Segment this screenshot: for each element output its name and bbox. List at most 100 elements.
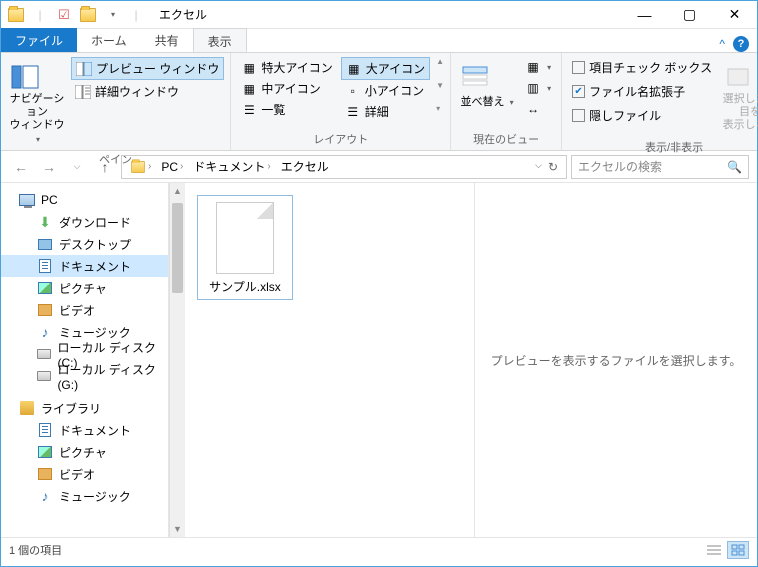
view-list[interactable]: ☰一覧 bbox=[237, 99, 336, 120]
app-icon[interactable] bbox=[5, 4, 27, 26]
tree-disk-g[interactable]: ローカル ディスク (G:) bbox=[1, 365, 168, 387]
layout-scroll-up[interactable]: ▲ bbox=[436, 57, 444, 66]
preview-pane-label: プレビュー ウィンドウ bbox=[96, 60, 219, 77]
details-pane-label: 詳細ウィンドウ bbox=[95, 83, 179, 100]
qat-folder[interactable] bbox=[77, 4, 99, 26]
qat-dropdown[interactable]: ▾ bbox=[101, 4, 123, 26]
tree-pc[interactable]: PC bbox=[1, 189, 168, 211]
file-pane: サンプル.xlsx プレビューを表示するファイルを選択します。 bbox=[185, 183, 757, 537]
tree-scrollbar[interactable]: ▲ ▼ bbox=[169, 183, 185, 537]
layout-more[interactable]: ▾ bbox=[436, 104, 444, 113]
current-view-group-label: 現在のビュー bbox=[457, 129, 555, 150]
list-icon: ☰ bbox=[241, 102, 257, 118]
tree-pictures[interactable]: ピクチャ bbox=[1, 277, 168, 299]
xlarge-icon: ▦ bbox=[241, 60, 257, 76]
back-button[interactable]: ← bbox=[9, 155, 33, 179]
hide-selected-button[interactable]: 選択した項目を 表示しない bbox=[720, 57, 758, 137]
sort-label: 並べ替え bbox=[461, 96, 505, 108]
scroll-up-icon[interactable]: ▲ bbox=[170, 183, 185, 199]
hide-selected-label: 選択した項目を 表示しない bbox=[723, 93, 758, 131]
ribbon-group-show-hide: 項目チェック ボックス ✔ファイル名拡張子 隠しファイル 選択した項目を 表示し… bbox=[562, 53, 758, 150]
ribbon-group-layout: ▦特大アイコン ▦中アイコン ☰一覧 ▦大アイコン ▫小アイコン ☰詳細 ▲ ▼… bbox=[231, 53, 451, 150]
qat-properties[interactable]: ☑ bbox=[53, 4, 75, 26]
status-bar: 1 個の項目 bbox=[1, 537, 757, 561]
hidden-items-toggle[interactable]: 隠しファイル bbox=[568, 105, 716, 126]
details-pane-button[interactable]: 詳細ウィンドウ bbox=[71, 81, 224, 102]
file-item-sample[interactable]: サンプル.xlsx bbox=[197, 195, 293, 300]
collapse-ribbon-icon[interactable]: ^ bbox=[719, 37, 725, 51]
preview-hint: プレビューを表示するファイルを選択します。 bbox=[491, 352, 742, 369]
tab-share[interactable]: 共有 bbox=[141, 28, 193, 52]
maximize-button[interactable]: ▢ bbox=[667, 1, 712, 29]
view-details[interactable]: ☰詳細 bbox=[341, 101, 430, 122]
details-icon: ☰ bbox=[345, 104, 361, 120]
search-box[interactable]: エクセルの検索 🔍 bbox=[571, 155, 749, 179]
tree-lib-videos[interactable]: ビデオ bbox=[1, 463, 168, 485]
file-name-label: サンプル.xlsx bbox=[209, 278, 281, 295]
medium-icon: ▦ bbox=[241, 81, 257, 97]
navigation-pane-button[interactable]: ナビゲーション ウィンドウ ▾ bbox=[7, 57, 67, 149]
add-columns-button[interactable]: ▥▾ bbox=[521, 78, 555, 98]
breadcrumb-pc[interactable]: PC› bbox=[157, 160, 187, 174]
up-button[interactable]: ↑ bbox=[93, 155, 117, 179]
file-list[interactable]: サンプル.xlsx bbox=[185, 183, 475, 537]
qat-sep2: | bbox=[125, 4, 147, 26]
breadcrumb-history-icon[interactable]: ⌵ bbox=[535, 160, 542, 174]
refresh-icon[interactable]: ↻ bbox=[548, 160, 558, 174]
thumbnails-view-button[interactable] bbox=[727, 541, 749, 559]
tree-lib-pictures[interactable]: ピクチャ bbox=[1, 441, 168, 463]
help-icon[interactable]: ? bbox=[733, 36, 749, 52]
ribbon-group-current-view: 並べ替え ▾ ▦▾ ▥▾ ↔ 現在のビュー bbox=[451, 53, 562, 150]
view-large-icons[interactable]: ▦大アイコン bbox=[341, 57, 430, 80]
sort-by-button[interactable]: 並べ替え ▾ bbox=[457, 57, 517, 129]
tree-documents[interactable]: ドキュメント bbox=[1, 255, 168, 277]
tab-file[interactable]: ファイル bbox=[1, 28, 77, 52]
layout-group-label: レイアウト bbox=[237, 129, 444, 150]
tree-desktop[interactable]: デスクトップ bbox=[1, 233, 168, 255]
breadcrumb-documents[interactable]: ドキュメント› bbox=[189, 158, 274, 175]
size-columns-button[interactable]: ↔ bbox=[521, 99, 555, 119]
tree-lib-music[interactable]: ♪ミュージック bbox=[1, 485, 168, 507]
tree-videos[interactable]: ビデオ bbox=[1, 299, 168, 321]
forward-button[interactable]: → bbox=[37, 155, 61, 179]
checkbox-icon bbox=[572, 109, 585, 122]
minimize-button[interactable]: — bbox=[622, 1, 667, 29]
large-icon: ▦ bbox=[346, 61, 362, 77]
group-by-button[interactable]: ▦▾ bbox=[521, 57, 555, 77]
navigation-tree[interactable]: PC ⬇ダウンロード デスクトップ ドキュメント ピクチャ ビデオ ♪ミュージッ… bbox=[1, 183, 169, 537]
file-extensions-toggle[interactable]: ✔ファイル名拡張子 bbox=[568, 81, 716, 102]
view-xlarge-icons[interactable]: ▦特大アイコン bbox=[237, 57, 336, 78]
search-placeholder: エクセルの検索 bbox=[578, 158, 662, 175]
layout-scroll-down[interactable]: ▼ bbox=[436, 81, 444, 90]
breadcrumb-excel[interactable]: エクセル bbox=[277, 158, 333, 175]
download-icon: ⬇ bbox=[37, 214, 53, 230]
scroll-thumb[interactable] bbox=[172, 203, 183, 293]
small-icon: ▫ bbox=[345, 83, 361, 99]
tab-home[interactable]: ホーム bbox=[77, 28, 141, 52]
tree-libraries[interactable]: ライブラリ bbox=[1, 397, 168, 419]
music-icon: ♪ bbox=[37, 324, 53, 340]
item-checkboxes-toggle[interactable]: 項目チェック ボックス bbox=[568, 57, 716, 78]
scroll-down-icon[interactable]: ▼ bbox=[170, 521, 185, 537]
preview-pane-button[interactable]: プレビュー ウィンドウ bbox=[71, 57, 224, 80]
ribbon: ナビゲーション ウィンドウ ▾ プレビュー ウィンドウ 詳細ウィンドウ ペイン … bbox=[1, 53, 757, 151]
file-thumbnail bbox=[216, 202, 274, 274]
ribbon-tabs: ファイル ホーム 共有 表示 ^ ? bbox=[1, 29, 757, 53]
breadcrumb-root[interactable]: › bbox=[126, 160, 155, 174]
recent-locations-button[interactable]: ⌵ bbox=[65, 155, 89, 179]
address-bar: ← → ⌵ ↑ › PC› ドキュメント› エクセル ⌵ ↻ エクセルの検索 🔍 bbox=[1, 151, 757, 183]
tree-downloads[interactable]: ⬇ダウンロード bbox=[1, 211, 168, 233]
tree-lib-documents[interactable]: ドキュメント bbox=[1, 419, 168, 441]
qat-sep: | bbox=[29, 4, 51, 26]
ribbon-group-panes: ナビゲーション ウィンドウ ▾ プレビュー ウィンドウ 詳細ウィンドウ ペイン bbox=[1, 53, 231, 150]
hide-selected-icon bbox=[722, 61, 754, 93]
content-area: PC ⬇ダウンロード デスクトップ ドキュメント ピクチャ ビデオ ♪ミュージッ… bbox=[1, 183, 757, 537]
close-button[interactable]: ✕ bbox=[712, 1, 757, 29]
view-small-icons[interactable]: ▫小アイコン bbox=[341, 80, 430, 101]
view-medium-icons[interactable]: ▦中アイコン bbox=[237, 78, 336, 99]
quick-access-toolbar: | ☑ ▾ | bbox=[1, 4, 151, 26]
details-view-button[interactable] bbox=[703, 541, 725, 559]
breadcrumb[interactable]: › PC› ドキュメント› エクセル ⌵ ↻ bbox=[121, 155, 567, 179]
tab-view[interactable]: 表示 bbox=[193, 28, 247, 52]
search-icon[interactable]: 🔍 bbox=[727, 160, 742, 174]
